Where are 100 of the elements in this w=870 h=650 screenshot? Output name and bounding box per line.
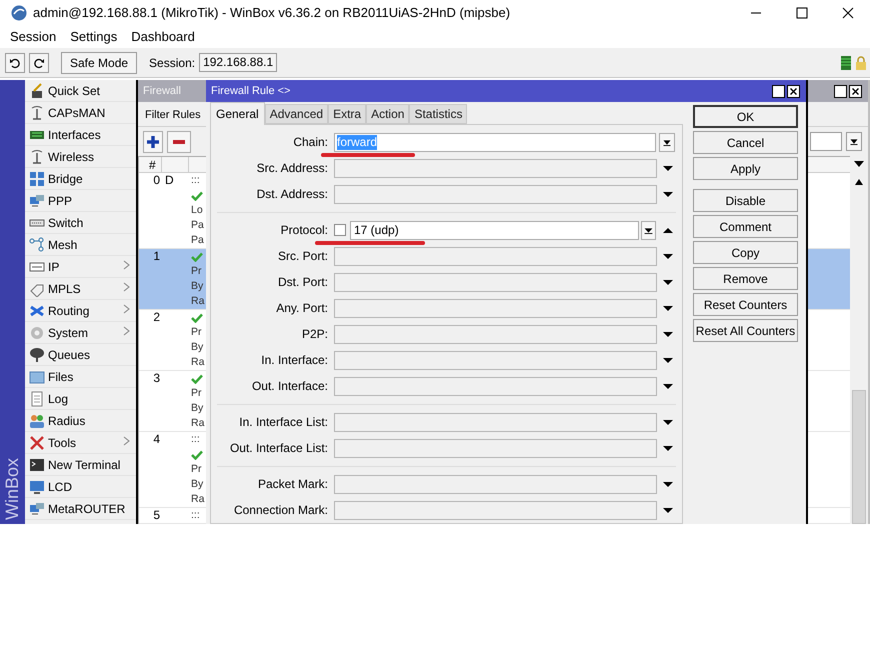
sidebar-item[interactable]: MPLS bbox=[25, 278, 136, 300]
sidebar-item[interactable]: New Terminal bbox=[25, 454, 136, 476]
input-field[interactable] bbox=[334, 246, 657, 266]
dropdown-icon[interactable] bbox=[659, 132, 675, 152]
sidebar-item[interactable]: LCD bbox=[25, 476, 136, 498]
dialog-button[interactable]: Reset Counters bbox=[693, 293, 798, 316]
check-icon bbox=[191, 190, 203, 200]
dialog-button[interactable]: Reset All Counters bbox=[693, 319, 798, 342]
expand-icon[interactable] bbox=[662, 278, 674, 286]
dialog-button[interactable]: Disable bbox=[693, 189, 798, 212]
sidebar-item[interactable]: Bridge bbox=[25, 168, 136, 190]
field-label: Chain: bbox=[292, 134, 328, 151]
undo-button[interactable] bbox=[5, 52, 25, 72]
expand-icon[interactable] bbox=[662, 190, 674, 198]
undo-icon bbox=[9, 56, 21, 68]
input-field[interactable] bbox=[334, 324, 657, 344]
filter-field[interactable] bbox=[810, 132, 842, 151]
maximize-icon[interactable] bbox=[834, 84, 847, 98]
redo-button[interactable] bbox=[29, 52, 49, 72]
tab[interactable]: Statistics bbox=[409, 104, 468, 124]
sidebar-item[interactable]: Quick Set bbox=[25, 80, 136, 102]
firewall-window-title: Firewall bbox=[143, 84, 181, 99]
field-label: Dst. Address: bbox=[256, 186, 328, 203]
dialog-button[interactable]: Apply bbox=[693, 157, 798, 180]
table-cell: By bbox=[191, 279, 204, 294]
input-field[interactable] bbox=[334, 184, 657, 204]
tab[interactable]: General bbox=[210, 102, 265, 125]
dialog-button[interactable]: Copy bbox=[693, 241, 798, 264]
sidebar-item[interactable]: Switch bbox=[25, 212, 136, 234]
input-field[interactable] bbox=[334, 438, 657, 458]
input-field[interactable] bbox=[334, 350, 657, 370]
scrollbar-thumb[interactable] bbox=[852, 390, 866, 524]
antenna-icon bbox=[29, 148, 45, 164]
check-icon bbox=[191, 252, 203, 262]
dropdown-icon[interactable] bbox=[846, 132, 862, 151]
computers-icon bbox=[29, 500, 45, 516]
input-field[interactable] bbox=[334, 272, 657, 292]
close-icon[interactable] bbox=[849, 84, 862, 98]
protocol-field[interactable]: 17 (udp) bbox=[350, 220, 639, 240]
dialog-button[interactable]: Cancel bbox=[693, 131, 798, 154]
sidebar-item[interactable]: System bbox=[25, 322, 136, 344]
expand-icon[interactable] bbox=[662, 418, 674, 426]
menu-item[interactable]: Dashboard bbox=[131, 26, 195, 46]
sidebar-item[interactable]: Files bbox=[25, 366, 136, 388]
expand-icon[interactable] bbox=[662, 444, 674, 452]
session-field[interactable]: 192.168.88.1 bbox=[199, 53, 278, 72]
checkbox[interactable] bbox=[334, 224, 346, 236]
sidebar-item[interactable]: Routing bbox=[25, 300, 136, 322]
sidebar-item[interactable]: IP bbox=[25, 256, 136, 278]
safe-mode-button[interactable]: Safe Mode bbox=[61, 52, 138, 74]
input-field[interactable] bbox=[334, 158, 657, 178]
remove-button[interactable] bbox=[167, 130, 191, 152]
maximize-icon[interactable] bbox=[772, 84, 785, 98]
add-button[interactable] bbox=[143, 130, 163, 152]
field-label: Out. Interface List: bbox=[228, 440, 328, 457]
terminal-icon bbox=[29, 456, 45, 472]
expand-icon[interactable] bbox=[662, 382, 674, 390]
sidebar-item[interactable]: PPP bbox=[25, 190, 136, 212]
dialog-button[interactable]: Comment bbox=[693, 215, 798, 238]
expand-icon[interactable] bbox=[662, 356, 674, 364]
sidebar-item[interactable]: Queues bbox=[25, 344, 136, 366]
input-field[interactable] bbox=[334, 412, 657, 432]
sidebar-item[interactable]: Interfaces bbox=[25, 124, 136, 146]
dialog-button[interactable]: Remove bbox=[693, 267, 798, 290]
collapse-icon[interactable] bbox=[662, 226, 674, 234]
close-icon[interactable] bbox=[842, 6, 854, 18]
table-cell-text: Pr bbox=[191, 264, 202, 279]
dialog-button[interactable]: OK bbox=[693, 105, 798, 128]
menu-item[interactable]: Settings bbox=[70, 26, 118, 46]
sidebar-item[interactable]: Radius bbox=[25, 410, 136, 432]
expand-icon[interactable] bbox=[662, 252, 674, 260]
sidebar-item[interactable]: Wireless bbox=[25, 146, 136, 168]
input-field[interactable] bbox=[334, 376, 657, 396]
input-field[interactable] bbox=[334, 474, 657, 494]
sidebar-item[interactable]: Tools bbox=[25, 432, 136, 454]
column-header[interactable]: # bbox=[139, 157, 162, 172]
sidebar-item[interactable]: Log bbox=[25, 388, 136, 410]
document-icon bbox=[29, 390, 45, 406]
scroll-up-icon[interactable] bbox=[854, 178, 864, 186]
dropdown-icon[interactable] bbox=[641, 220, 656, 240]
close-icon[interactable] bbox=[787, 84, 800, 98]
sidebar-item[interactable]: CAPsMAN bbox=[25, 102, 136, 124]
expand-icon[interactable] bbox=[662, 330, 674, 338]
table-cell: D bbox=[165, 173, 174, 187]
tab[interactable]: Advanced bbox=[264, 104, 328, 124]
input-field[interactable] bbox=[334, 298, 657, 318]
sidebar-item[interactable]: MetaROUTER bbox=[25, 498, 136, 520]
antenna-icon bbox=[29, 104, 45, 120]
field-label: Any. Port: bbox=[275, 300, 328, 317]
table-cell: Ra bbox=[191, 355, 204, 370]
expand-icon[interactable] bbox=[662, 480, 674, 488]
sidebar-item[interactable]: Mesh bbox=[25, 234, 136, 256]
input-field[interactable] bbox=[334, 500, 657, 520]
column-menu-icon[interactable] bbox=[853, 160, 865, 168]
menu-item[interactable]: Session bbox=[10, 26, 56, 46]
maximize-icon[interactable] bbox=[796, 6, 808, 18]
tab[interactable]: Extra bbox=[328, 104, 366, 124]
field-label: Src. Port: bbox=[276, 248, 328, 265]
tab[interactable]: Action bbox=[366, 104, 410, 124]
field-label: Packet Mark: bbox=[256, 476, 328, 493]
